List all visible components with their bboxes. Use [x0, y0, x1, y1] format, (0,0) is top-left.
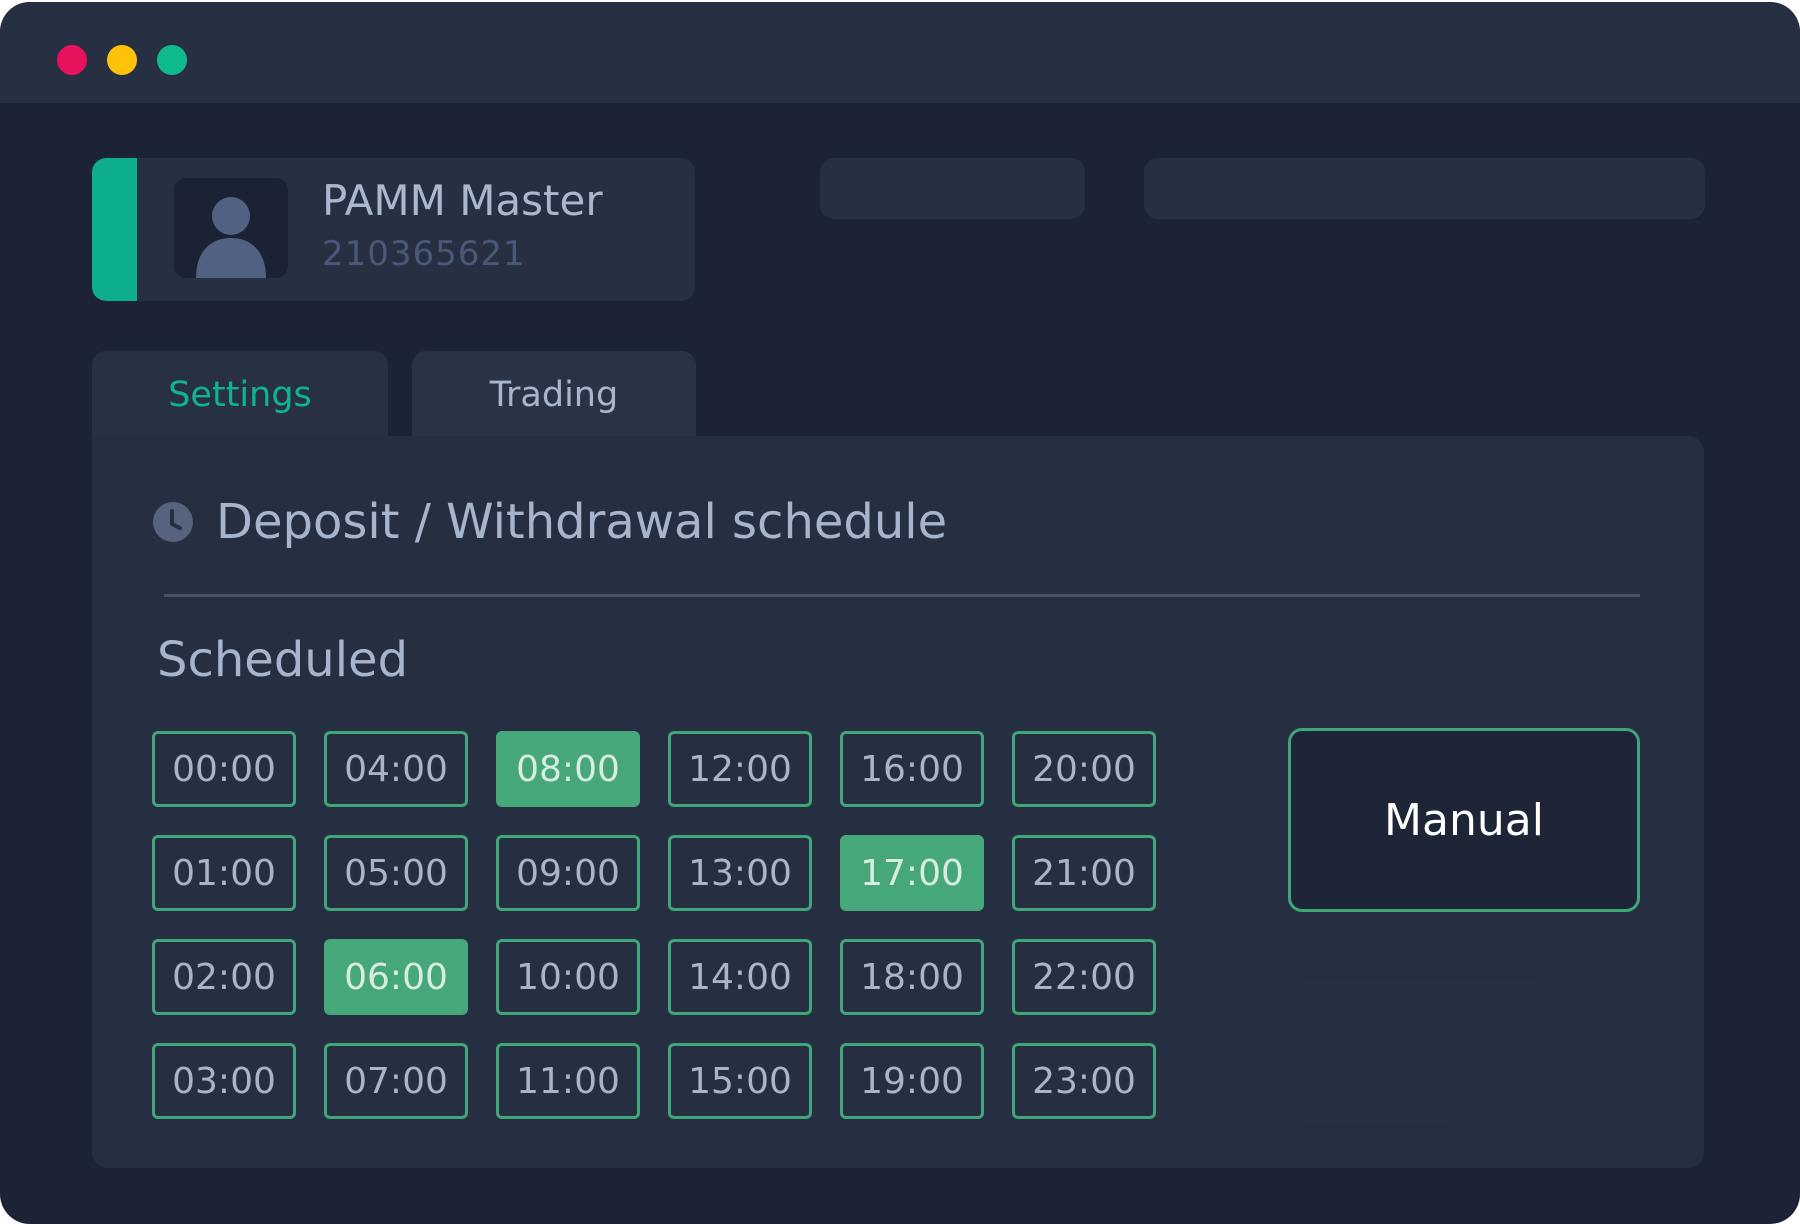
time-slot-1300[interactable]: 13:00 [668, 835, 812, 911]
manual-button[interactable]: Manual [1288, 728, 1640, 912]
time-slot-2300[interactable]: 23:00 [1012, 1043, 1156, 1119]
manual-button-label: Manual [1384, 794, 1544, 846]
time-slot-0100[interactable]: 01:00 [152, 835, 296, 911]
tab-settings-label: Settings [168, 374, 312, 415]
time-slot-0600[interactable]: 06:00 [324, 939, 468, 1015]
time-slot-1100[interactable]: 11:00 [496, 1043, 640, 1119]
time-slot-2100[interactable]: 21:00 [1012, 835, 1156, 911]
time-slot-2000[interactable]: 20:00 [1012, 731, 1156, 807]
schedule-slot-grid: 00:00 01:00 02:00 03:00 04:00 05:00 06:00 07:00… [152, 731, 1156, 1119]
time-slot-0700[interactable]: 07:00 [324, 1043, 468, 1119]
time-slot-0500[interactable]: 05:00 [324, 835, 468, 911]
time-slot-1900[interactable]: 19:00 [840, 1043, 984, 1119]
time-slot-1200[interactable]: 12:00 [668, 731, 812, 807]
time-slot-1400[interactable]: 14:00 [668, 939, 812, 1015]
time-slot-0900[interactable]: 09:00 [496, 835, 640, 911]
time-slot-0000[interactable]: 00:00 [152, 731, 296, 807]
time-slot-1700[interactable]: 17:00 [840, 835, 984, 911]
side-placeholder-long [1288, 980, 1552, 1040]
panel-header: Deposit / Withdrawal schedule [152, 494, 947, 550]
account-accent-bar [92, 158, 137, 301]
title-bar [0, 2, 1800, 103]
section-divider [164, 594, 1640, 597]
time-slot-1000[interactable]: 10:00 [496, 939, 640, 1015]
maximize-window-dot[interactable] [157, 45, 187, 75]
account-name: PAMM Master [322, 176, 603, 225]
settings-panel: Deposit / Withdrawal schedule Scheduled … [92, 436, 1704, 1168]
account-card[interactable]: PAMM Master 210365621 [92, 158, 695, 301]
panel-title: Deposit / Withdrawal schedule [216, 494, 948, 550]
clock-icon [153, 502, 193, 542]
close-window-dot[interactable] [57, 45, 87, 75]
account-id: 210365621 [322, 234, 526, 274]
user-avatar-icon [174, 178, 288, 278]
tab-trading-label: Trading [489, 374, 619, 415]
time-slot-1500[interactable]: 15:00 [668, 1043, 812, 1119]
tab-settings[interactable]: Settings [92, 351, 388, 438]
tab-trading[interactable]: Trading [412, 351, 696, 438]
scheduled-heading: Scheduled [157, 632, 409, 688]
app-window: PAMM Master 210365621 Settings Trading D… [0, 2, 1800, 1224]
minimize-window-dot[interactable] [107, 45, 137, 75]
header-placeholder-short [820, 158, 1085, 219]
time-slot-2200[interactable]: 22:00 [1012, 939, 1156, 1015]
time-slot-0400[interactable]: 04:00 [324, 731, 468, 807]
time-slot-0300[interactable]: 03:00 [152, 1043, 296, 1119]
time-slot-0800[interactable]: 08:00 [496, 731, 640, 807]
time-slot-1800[interactable]: 18:00 [840, 939, 984, 1015]
time-slot-1600[interactable]: 16:00 [840, 731, 984, 807]
header-placeholder-long [1144, 158, 1705, 219]
side-placeholder-short [1288, 1064, 1464, 1124]
time-slot-0200[interactable]: 02:00 [152, 939, 296, 1015]
